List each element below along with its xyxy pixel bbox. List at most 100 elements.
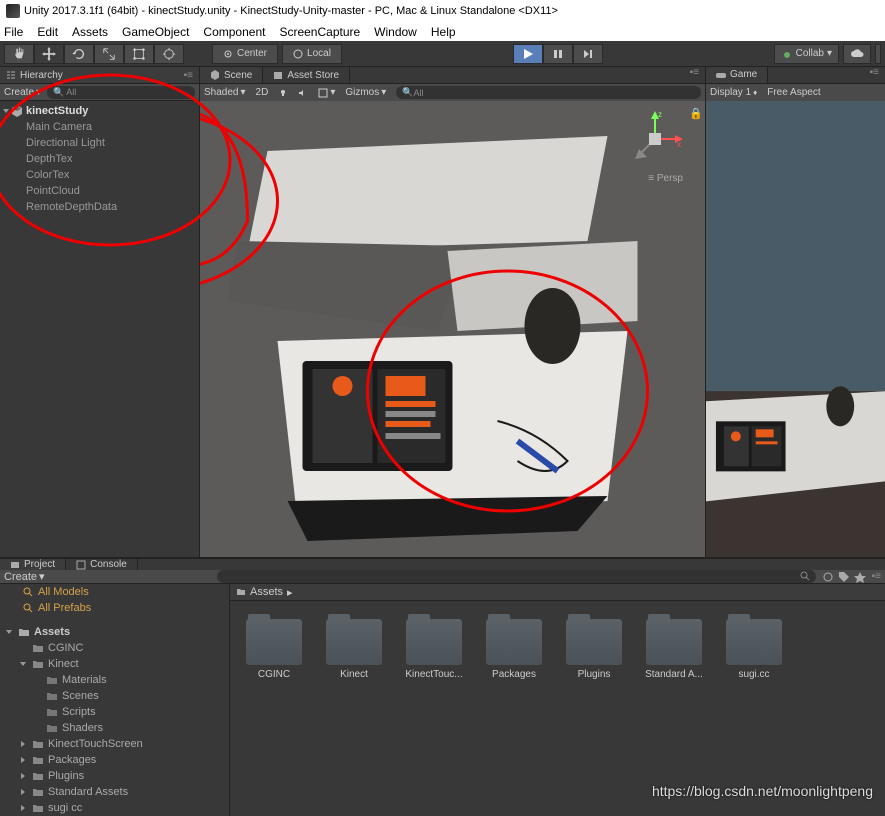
folder-kinect[interactable]: Kinect [0,656,229,672]
asset-folder-kinecttouch[interactable]: KinectTouc... [398,619,470,680]
scene-tabs: Scene Asset Store ▪≡ [200,67,705,84]
scene-root[interactable]: kinectStudy [0,103,199,119]
svg-text:z: z [658,110,662,119]
hierarchy-item-depthtex[interactable]: DepthTex [0,151,199,167]
shading-mode-dropdown[interactable]: Shaded ▾ [204,87,246,98]
folder-icon [236,587,246,597]
folder-icon [32,802,44,814]
game-panel: Game ▪≡ Display 1 ♦ Free Aspect [705,67,885,557]
menu-assets[interactable]: Assets [72,25,108,39]
label-icon[interactable] [838,571,850,583]
perspective-label[interactable]: ≡ Persp [648,173,683,184]
hierarchy-item-main-camera[interactable]: Main Camera [0,119,199,135]
asset-folder-cginc[interactable]: CGINC [238,619,310,680]
folder-scenes[interactable]: Scenes [0,688,229,704]
panel-menu-icon[interactable]: ▪≡ [184,70,193,81]
fx-toggle[interactable]: ▾ [318,87,335,98]
asset-folder-standard-assets[interactable]: Standard A... [638,619,710,680]
save-search-icon[interactable] [854,571,866,583]
toolbar: Center Local Collab▾ [0,41,885,67]
rotate-tool[interactable] [64,44,94,64]
hierarchy-search[interactable]: 🔍All [47,86,195,99]
folder-kinecttouchscreen[interactable]: KinectTouchScreen [0,736,229,752]
console-tab[interactable]: Console [66,559,138,570]
asset-folder-kinect[interactable]: Kinect [318,619,390,680]
project-tab[interactable]: Project [0,559,66,570]
panel-menu-icon[interactable]: ▪≡ [690,67,705,83]
scene-search[interactable]: 🔍All [396,86,701,99]
asset-folder-sugicc[interactable]: sugi.cc [718,619,790,680]
orientation-gizmo[interactable]: z x [625,109,685,169]
hierarchy-item-colortex[interactable]: ColorTex [0,167,199,183]
assets-breadcrumb[interactable]: Assets▸ [230,584,885,601]
game-viewport[interactable] [706,101,885,557]
asset-store-tab[interactable]: Asset Store [263,67,350,83]
menu-screencapture[interactable]: ScreenCapture [279,25,360,39]
display-dropdown[interactable]: Display 1 ♦ [710,87,757,98]
pause-button[interactable] [543,44,573,64]
unity-app-icon [6,4,20,18]
console-icon [76,560,86,570]
folder-packages[interactable]: Packages [0,752,229,768]
favorite-all-prefabs[interactable]: All Prefabs [0,600,229,616]
project-search[interactable] [217,570,816,583]
game-toolbar: Display 1 ♦ Free Aspect [706,84,885,101]
hand-tool[interactable] [4,44,34,64]
game-tab[interactable]: Game [706,67,768,83]
play-button[interactable] [513,44,543,64]
2d-toggle[interactable]: 2D [256,87,269,98]
lighting-toggle[interactable] [278,88,288,98]
scene-content [200,101,705,557]
project-create-dropdown[interactable]: Create ▾ [4,570,45,583]
scene-tab[interactable]: Scene [200,67,263,83]
transform-tool[interactable] [154,44,184,64]
folder-plugins[interactable]: Plugins [0,768,229,784]
account-button[interactable] [875,44,881,64]
audio-icon [298,88,308,98]
hierarchy-item-directional-light[interactable]: Directional Light [0,135,199,151]
aspect-dropdown[interactable]: Free Aspect [767,87,820,98]
folder-icon [46,722,58,734]
folder-shaders[interactable]: Shaders [0,720,229,736]
move-tool[interactable] [34,44,64,64]
hierarchy-create-dropdown[interactable]: Create ▾ [4,87,41,98]
folder-sugi-cc[interactable]: sugi cc [0,800,229,816]
panel-menu-icon[interactable]: ▪≡ [870,67,885,83]
lock-icon[interactable]: 🔒 [689,107,699,117]
rect-tool[interactable] [124,44,154,64]
menu-gameobject[interactable]: GameObject [122,25,189,39]
hierarchy-tab[interactable]: Hierarchy ▪≡ [0,67,199,84]
favorite-all-models[interactable]: All Models [0,584,229,600]
gizmos-dropdown[interactable]: Gizmos ▾ [345,87,386,98]
asset-folder-plugins[interactable]: Plugins [558,619,630,680]
local-global-toggle[interactable]: Local [282,44,342,64]
hierarchy-item-remotedepthdata[interactable]: RemoteDepthData [0,199,199,215]
collab-dropdown[interactable]: Collab▾ [774,44,839,64]
expand-icon[interactable] [3,109,9,113]
menu-file[interactable]: File [4,25,23,39]
play-controls [513,44,603,64]
folder-scripts[interactable]: Scripts [0,704,229,720]
audio-toggle[interactable] [298,88,308,98]
assets-root[interactable]: Assets [0,624,229,640]
folder-icon [32,738,44,750]
project-filter-icons [822,571,866,583]
asset-folder-packages[interactable]: Packages [478,619,550,680]
folder-standard-assets[interactable]: Standard Assets [0,784,229,800]
step-button[interactable] [573,44,603,64]
panel-menu-icon[interactable]: ▪≡ [872,571,881,582]
scene-viewport[interactable]: z x ≡ Persp 🔒 [200,101,705,557]
menu-component[interactable]: Component [203,25,265,39]
folder-cginc[interactable]: CGINC [0,640,229,656]
menu-help[interactable]: Help [431,25,456,39]
scale-tool[interactable] [94,44,124,64]
menu-window[interactable]: Window [374,25,417,39]
hierarchy-icon [6,70,16,80]
hierarchy-item-pointcloud[interactable]: PointCloud [0,183,199,199]
pivot-center-toggle[interactable]: Center [212,44,278,64]
folder-materials[interactable]: Materials [0,672,229,688]
menu-edit[interactable]: Edit [37,25,58,39]
transform-tools [4,44,184,64]
filter-icon[interactable] [822,571,834,583]
cloud-button[interactable] [843,44,871,64]
